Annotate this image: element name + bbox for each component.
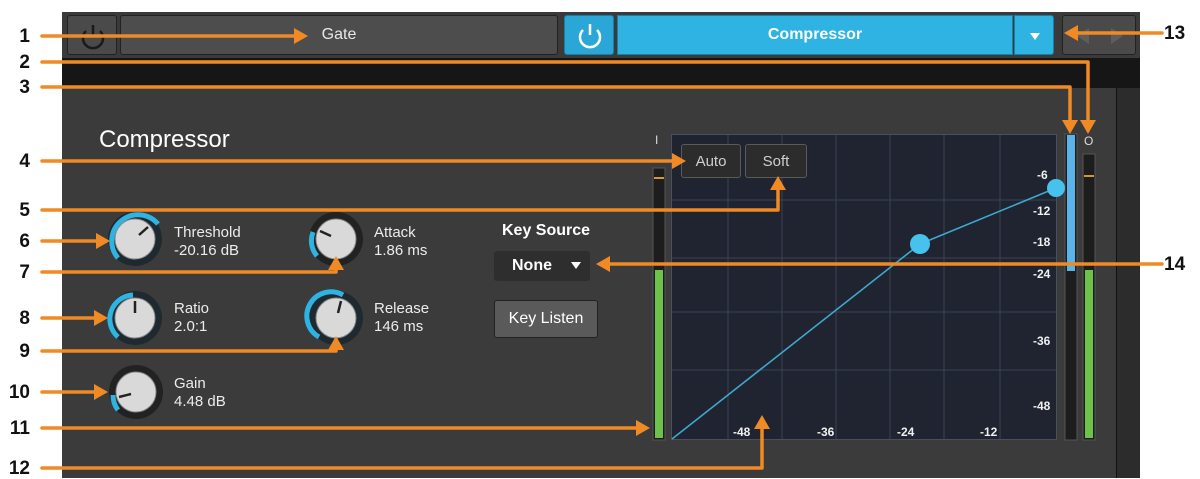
left-right-arrows-icon <box>1077 28 1123 44</box>
key-listen-label: Key Listen <box>508 310 584 327</box>
callout-number: 5 <box>19 200 30 221</box>
threshold-value: -20.16 dB <box>174 242 240 259</box>
callout-number: 2 <box>19 52 30 73</box>
gate-button[interactable]: Gate <box>120 15 558 55</box>
y-tick-label: -12 <box>1033 204 1051 218</box>
ceiling-handle[interactable] <box>1047 179 1065 197</box>
input-meter-label: I <box>655 133 659 147</box>
callout-number: 10 <box>8 382 30 403</box>
transfer-curve-graph[interactable] <box>671 134 1057 440</box>
release-value: 146 ms <box>374 318 424 335</box>
ratio-readout: Ratio 2.0:1 <box>174 300 209 336</box>
callout-number: 3 <box>19 77 30 98</box>
y-tick-label: -6 <box>1037 168 1048 182</box>
gate-button-label: Gate <box>321 26 357 43</box>
release-readout: Release 146 ms <box>374 300 429 336</box>
power-icon <box>81 25 105 50</box>
ratio-knob[interactable] <box>107 291 162 345</box>
key-listen-button[interactable]: Key Listen <box>494 300 598 338</box>
threshold-knob[interactable] <box>108 212 162 266</box>
release-knob[interactable] <box>304 289 363 345</box>
y-tick-label: -48 <box>1033 399 1051 413</box>
release-label: Release <box>374 300 430 317</box>
threshold-handle[interactable] <box>910 234 930 254</box>
gate-power-button[interactable] <box>67 15 117 55</box>
attack-value: 1.86 ms <box>374 242 428 259</box>
header-separator-band <box>62 58 1140 88</box>
key-source-dropdown[interactable]: None <box>494 251 590 281</box>
callout-number: 13 <box>1164 23 1186 44</box>
callout-number: 7 <box>19 262 30 283</box>
callout-number: 12 <box>8 458 30 479</box>
gain-value: 4.48 dB <box>174 393 226 410</box>
auto-button[interactable]: Auto <box>681 144 741 178</box>
ratio-value: 2.0:1 <box>174 318 208 335</box>
output-meter-label: O <box>1084 134 1094 148</box>
attack-readout: Attack 1.86 ms <box>374 224 427 260</box>
threshold-label: Threshold <box>174 224 241 241</box>
auto-label: Auto <box>695 152 727 170</box>
key-source-label: Key Source <box>502 222 591 239</box>
soft-label: Soft <box>762 152 790 170</box>
callout-number: 4 <box>19 151 30 172</box>
y-tick-label: -36 <box>1033 334 1051 348</box>
threshold-readout: Threshold -20.16 dB <box>174 224 241 260</box>
callout-number: 1 <box>19 26 30 47</box>
callout-number: 8 <box>19 308 30 329</box>
ratio-label: Ratio <box>174 300 210 317</box>
y-tick-label: -18 <box>1033 235 1051 249</box>
screenshot-stage: Gate Compressor Compressor Threshold -20… <box>0 0 1200 478</box>
panel-scroll-edge <box>1116 88 1140 478</box>
power-icon <box>578 24 602 49</box>
attack-label: Attack <box>374 224 416 241</box>
callout-number: 14 <box>1164 254 1186 275</box>
attack-knob[interactable] <box>308 212 363 266</box>
compressor-title: Compressor <box>99 126 230 153</box>
chevron-down-icon <box>1030 33 1040 40</box>
compressor-power-button[interactable] <box>564 15 614 55</box>
callout-number: 11 <box>9 418 30 439</box>
compressor-select-label: Compressor <box>767 26 863 43</box>
callout-number: 9 <box>19 341 30 362</box>
x-tick-label: -36 <box>817 425 835 439</box>
chevron-down-icon <box>571 262 581 269</box>
compressor-dropdown-button[interactable] <box>1014 15 1054 55</box>
gain-readout: Gain 4.48 dB <box>174 375 226 411</box>
x-tick-label: -24 <box>897 425 915 439</box>
x-tick-label: -48 <box>733 425 751 439</box>
x-tick-label: -12 <box>980 425 998 439</box>
gain-knob[interactable] <box>109 365 163 419</box>
callout-number: 6 <box>19 231 30 252</box>
gain-label: Gain <box>174 375 206 392</box>
compressor-select-button[interactable]: Compressor <box>617 15 1013 55</box>
navigate-arrows-button[interactable] <box>1062 15 1136 55</box>
y-tick-label: -24 <box>1033 267 1051 281</box>
soft-knee-button[interactable]: Soft <box>745 144 807 178</box>
